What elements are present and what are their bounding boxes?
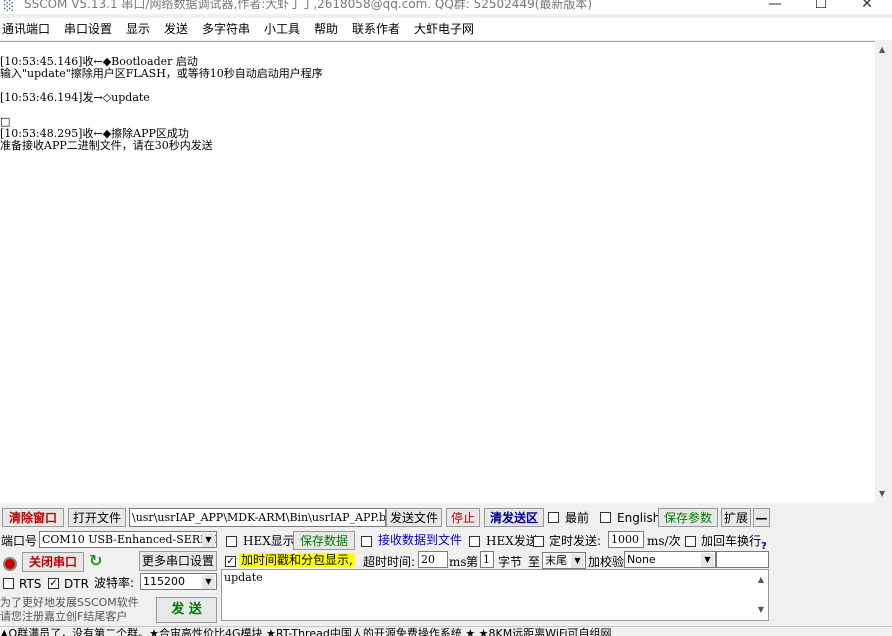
timed-send-checkbox[interactable] [533, 536, 544, 547]
end-position-value: 末尾 [545, 554, 567, 567]
menu-help[interactable]: 帮助 [314, 22, 338, 36]
byte-prefix-label: 第 [466, 555, 479, 569]
timestamp-split-checkbox[interactable]: ✓ [225, 556, 236, 567]
title-bar: ░ SSCOM V5.13.1 串口/网络数据调试器,作者:大虾丁丁,26180… [0, 0, 892, 14]
file-path-field[interactable]: \usr\usrIAP_APP\MDK-ARM\Bin\usrIAP_APP.b… [129, 508, 386, 527]
timeout-label: 超时时间: [363, 555, 416, 569]
recv-to-file-checkbox[interactable] [361, 536, 372, 547]
save-data-button[interactable]: 保存数据 [293, 531, 355, 550]
add-crlf-label: 加回车换行 [701, 534, 762, 548]
checksum-label: 加校验 [588, 555, 625, 569]
maximize-button[interactable]: ☐ [798, 0, 844, 14]
port-select[interactable]: COM10 USB-Enhanced-SERIAL- ▼ [39, 531, 217, 548]
hex-display-label: HEX显示 [243, 534, 295, 548]
save-data-label: 保存数据 [299, 534, 348, 548]
close-port-label: 关闭串口 [28, 555, 77, 569]
port-value: COM10 USB-Enhanced-SERIAL- [42, 533, 217, 546]
interval-input[interactable]: 1000 [608, 531, 644, 548]
menu-send[interactable]: 发送 [164, 22, 188, 36]
send-text: update [224, 571, 263, 584]
checksum-result-field [716, 551, 769, 568]
timeout-unit: ms [449, 555, 467, 569]
receive-text-area[interactable]: [10:53:45.146]收←◆Bootloader 启动 输入"update… [0, 41, 875, 503]
clear-window-label: 清除窗口 [8, 511, 57, 525]
to-label: 至 [528, 555, 541, 569]
interval-unit: ms/次 [647, 534, 681, 548]
checksum-value: None [627, 553, 656, 566]
receive-scrollbar[interactable]: ▲ ▼ [875, 41, 892, 503]
scroll-up-icon[interactable]: ▲ [879, 45, 885, 54]
baud-rate-label: 波特率: [94, 576, 135, 590]
close-port-button[interactable]: 关闭串口 [22, 552, 84, 572]
scroll-down-icon[interactable]: ▼ [879, 489, 885, 498]
menu-daxia-website[interactable]: 大虾电子网 [414, 22, 474, 36]
dtr-label: DTR [64, 577, 89, 591]
receive-line: 输入"update"擦除用户区FLASH，或等待10秒自动启动用户程序 [0, 67, 323, 80]
baud-rate-value: 115200 [143, 575, 185, 588]
file-toolbar: 清除窗口 打开文件 \usr\usrIAP_APP\MDK-ARM\Bin\us… [0, 506, 892, 528]
chevron-down-icon: ▼ [202, 533, 215, 547]
menu-bar: 通讯端口 串口设置 显示 发送 多字符串 小工具 帮助 联系作者 大虾电子网 [0, 18, 892, 40]
send-text-area[interactable]: update ▲ ▼ [221, 569, 769, 621]
app-icon: ░ [4, 0, 14, 12]
send-file-button[interactable]: 发送文件 [386, 508, 442, 527]
receive-line: [10:53:46.194]发→◇update [0, 91, 150, 104]
chevron-down-icon: ▼ [202, 575, 215, 589]
port-open-indicator-icon [3, 557, 17, 571]
menu-contact-author[interactable]: 联系作者 [352, 22, 400, 36]
stop-label: 停止 [450, 511, 475, 525]
recv-to-file-label: 接收数据到文件 [378, 533, 463, 547]
more-settings-button[interactable]: 更多串口设置 [139, 551, 217, 571]
clear-window-button[interactable]: 清除窗口 [2, 508, 64, 527]
english-label: English [617, 511, 661, 525]
send-scroll-up-icon[interactable]: ▲ [758, 572, 764, 588]
timestamp-split-label: 加时间戳和分包显示, [239, 553, 355, 567]
menu-comm-port[interactable]: 通讯端口 [2, 22, 50, 36]
close-button[interactable]: ✕ [844, 0, 890, 14]
rts-checkbox[interactable] [3, 578, 14, 589]
save-params-label: 保存参数 [663, 511, 712, 525]
port-label: 端口号 [1, 534, 38, 548]
add-crlf-checkbox[interactable] [685, 536, 696, 547]
status-bar: ▲Q群满员了，没有第二个群。★合宙高性价比4G模块 ★RT-Thread中国人的… [0, 626, 892, 636]
stop-button[interactable]: 停止 [446, 508, 480, 527]
chevron-down-icon: ▼ [571, 554, 584, 568]
menu-tools[interactable]: 小工具 [264, 22, 300, 36]
hex-send-checkbox[interactable] [469, 536, 480, 547]
menu-serial-settings[interactable]: 串口设置 [64, 22, 112, 36]
status-marquee[interactable]: ▲Q群满员了，没有第二个群。★合宙高性价比4G模块 ★RT-Thread中国人的… [0, 627, 612, 636]
promo-line-1: 为了更好地发展SSCOM软件 [0, 596, 139, 609]
chevron-down-icon: ▼ [701, 553, 714, 567]
save-params-button[interactable]: 保存参数 [658, 508, 718, 527]
send-button-label: 发 送 [171, 602, 202, 617]
send-scroll-down-icon[interactable]: ▼ [758, 602, 764, 618]
promo-line-2: 请您注册嘉立创F结尾客户 [0, 610, 128, 623]
end-position-select[interactable]: 末尾 ▼ [542, 552, 586, 569]
topmost-label: 最前 [565, 511, 590, 525]
checksum-select[interactable]: None ▼ [624, 551, 716, 568]
timed-send-label: 定时发送: [549, 534, 602, 548]
hex-send-label: HEX发送 [486, 534, 538, 548]
hex-display-checkbox[interactable] [226, 536, 237, 547]
byte-index-input[interactable]: 1 [480, 551, 494, 568]
open-file-button[interactable]: 打开文件 [68, 508, 126, 527]
expand-button[interactable]: 扩展 [721, 508, 751, 527]
window-title: SSCOM V5.13.1 串口/网络数据调试器,作者:大虾丁丁,2618058… [24, 0, 593, 11]
receive-line: 准备接收APP二进制文件，请在30秒内发送 [0, 139, 213, 152]
byte-unit-label: 字节 [498, 555, 523, 569]
refresh-icon[interactable]: ↻ [89, 553, 102, 569]
baud-rate-select[interactable]: 115200 ▼ [140, 573, 217, 590]
rts-label: RTS [19, 577, 42, 591]
timeout-input[interactable]: 20 [418, 551, 448, 568]
send-button[interactable]: 发 送 [156, 597, 217, 623]
clear-send-area-button[interactable]: 清发送区 [484, 508, 544, 527]
dtr-checkbox[interactable]: ✓ [48, 578, 59, 589]
english-checkbox[interactable] [600, 512, 611, 523]
topmost-checkbox[interactable] [548, 512, 559, 523]
menu-multi-string[interactable]: 多字符串 [202, 22, 250, 36]
clear-send-label: 清发送区 [489, 511, 538, 525]
menu-display[interactable]: 显示 [126, 22, 150, 36]
minimize-button[interactable]: — [752, 0, 798, 14]
collapse-button[interactable]: — [753, 508, 770, 527]
